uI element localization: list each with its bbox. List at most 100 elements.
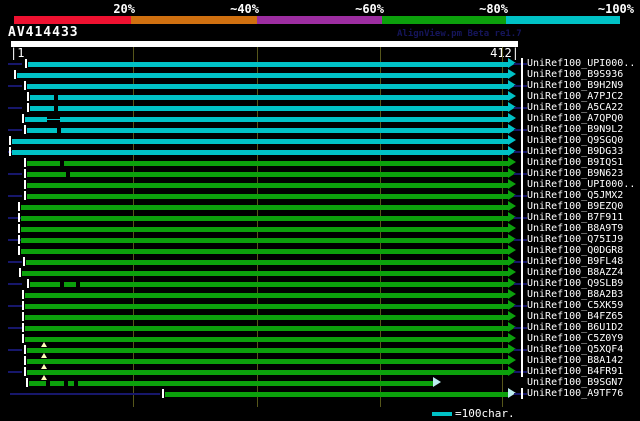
- subject-label[interactable]: UniRef100_B9H2N9: [527, 80, 623, 91]
- alignment-start-tick: [18, 235, 20, 244]
- alignment-end-tick: [521, 234, 523, 245]
- subject-label[interactable]: UniRef100_B9SGN7: [527, 377, 623, 388]
- alignment-arrowhead-icon: [508, 245, 516, 255]
- alignment-bar[interactable]: [25, 337, 508, 342]
- subject-label[interactable]: UniRef100_B9FL48: [527, 256, 623, 267]
- alignment-bar[interactable]: [25, 293, 508, 298]
- alignment-bar[interactable]: [25, 326, 508, 331]
- subject-label[interactable]: UniRef100_C5Z0Y9: [527, 333, 623, 344]
- alignment-start-tick: [27, 279, 29, 288]
- subject-label[interactable]: UniRef100_B9DG33: [527, 146, 623, 157]
- alignment-start-tick: [22, 114, 24, 123]
- alignment-end-tick: [521, 168, 523, 179]
- alignment-arrowhead-icon: [433, 377, 441, 387]
- alignment-arrowhead-icon: [508, 179, 516, 189]
- alignment-bar[interactable]: [28, 62, 508, 67]
- subject-label[interactable]: UniRef100_UPI000..: [527, 58, 635, 69]
- subject-label[interactable]: UniRef100_B4FR91: [527, 366, 623, 377]
- alignment-bar[interactable]: [27, 194, 508, 199]
- alignment-end-tick: [521, 311, 523, 322]
- alignment-end-tick: [521, 102, 523, 113]
- alignment-bar[interactable]: [30, 95, 508, 100]
- alignment-bar[interactable]: [27, 348, 508, 353]
- alignment-start-tick: [18, 224, 20, 233]
- alignment-bar[interactable]: [25, 304, 508, 309]
- subject-label[interactable]: UniRef100_C5XK59: [527, 300, 623, 311]
- alignment-bar[interactable]: [26, 260, 508, 265]
- subject-label[interactable]: UniRef100_B9N623: [527, 168, 623, 179]
- subject-label[interactable]: UniRef100_B9N9L2: [527, 124, 623, 135]
- subject-label[interactable]: UniRef100_B8AZZ4: [527, 267, 623, 278]
- alignment-bar[interactable]: [27, 128, 508, 133]
- alignment-bar[interactable]: [21, 205, 508, 210]
- alignment-bar[interactable]: [21, 238, 508, 243]
- alignment-bar[interactable]: [27, 183, 508, 188]
- alignment-bar[interactable]: [12, 150, 508, 155]
- alignment-bar[interactable]: [30, 282, 508, 287]
- row-left-connector: [8, 63, 22, 65]
- subject-label[interactable]: UniRef100_B8A9T9: [527, 223, 623, 234]
- subject-label[interactable]: UniRef100_B9S936: [527, 69, 623, 80]
- alignment-arrowhead-icon: [508, 223, 516, 233]
- alignment-arrowhead-icon: [508, 289, 516, 299]
- alignment-bar[interactable]: [27, 161, 508, 166]
- alignment-bar[interactable]: [21, 249, 508, 254]
- row-left-connector: [8, 85, 22, 87]
- subject-label[interactable]: UniRef100_A9TF76: [527, 388, 623, 399]
- subject-label[interactable]: UniRef100_A7PJC2: [527, 91, 623, 102]
- subject-overhang-line: [10, 393, 160, 395]
- alignment-bar[interactable]: [27, 172, 508, 177]
- subject-label[interactable]: UniRef100_UPI000..: [527, 179, 635, 190]
- alignment-bar[interactable]: [165, 392, 508, 397]
- alignment-bar[interactable]: [21, 227, 508, 232]
- subject-label[interactable]: UniRef100_Q5XQF4: [527, 344, 623, 355]
- alignment-arrowhead-icon: [508, 157, 516, 167]
- alignment-plot: UniRef100_UPI000.. UniRef100_B9S936 UniRef…: [0, 0, 640, 421]
- subject-label[interactable]: UniRef100_A5CA22: [527, 102, 623, 113]
- row-left-connector: [8, 261, 22, 263]
- subject-label[interactable]: UniRef100_B6U1D2: [527, 322, 623, 333]
- alignment-start-tick: [23, 257, 25, 266]
- alignment-start-tick: [24, 125, 26, 134]
- gap-mark: [54, 95, 58, 100]
- gap-mark: [54, 106, 58, 111]
- alignment-end-tick: [521, 278, 523, 289]
- row-left-connector: [8, 349, 22, 351]
- subject-label[interactable]: UniRef100_Q5JMX2: [527, 190, 623, 201]
- alignment-start-tick: [26, 378, 28, 387]
- alignment-bar[interactable]: [21, 216, 508, 221]
- alignment-arrowhead-icon: [508, 113, 516, 123]
- alignment-arrowhead-icon: [508, 69, 516, 79]
- subject-label[interactable]: UniRef100_B7F911: [527, 212, 623, 223]
- alignment-bar[interactable]: [17, 73, 508, 78]
- subject-label[interactable]: UniRef100_Q0DGR8: [527, 245, 623, 256]
- alignment-bar[interactable]: [25, 315, 508, 320]
- alignment-bar[interactable]: [30, 106, 508, 111]
- subject-label[interactable]: UniRef100_Q9SLB9: [527, 278, 623, 289]
- alignment-row: UniRef100_A9TF76: [0, 388, 640, 400]
- alignment-end-tick: [521, 69, 523, 80]
- alignment-arrowhead-icon: [508, 311, 516, 321]
- alignment-bar[interactable]: [22, 271, 508, 276]
- alignment-bar[interactable]: [29, 381, 433, 386]
- alignment-end-tick: [521, 135, 523, 146]
- gap-mark: [76, 282, 80, 287]
- alignment-start-tick: [19, 268, 21, 277]
- alignment-bar[interactable]: [27, 84, 508, 89]
- alignment-bar[interactable]: [27, 359, 508, 364]
- alignview-screen: 20% ~40% ~60% ~80% ~100% AV414433 AlignView.…: [0, 0, 640, 421]
- subject-label[interactable]: UniRef100_Q9SGQ0: [527, 135, 623, 146]
- subject-label[interactable]: UniRef100_B8A2B3: [527, 289, 623, 300]
- subject-label[interactable]: UniRef100_B9IQS1: [527, 157, 623, 168]
- alignment-bar[interactable]: [25, 117, 508, 122]
- subject-label[interactable]: UniRef100_Q75IJ9: [527, 234, 623, 245]
- alignment-start-tick: [24, 169, 26, 178]
- alignment-bar[interactable]: [27, 370, 508, 375]
- subject-label[interactable]: UniRef100_B8A142: [527, 355, 623, 366]
- alignment-start-tick: [24, 191, 26, 200]
- alignment-start-tick: [22, 323, 24, 332]
- subject-label[interactable]: UniRef100_A7QPQ0: [527, 113, 623, 124]
- alignment-bar[interactable]: [12, 139, 508, 144]
- subject-label[interactable]: UniRef100_B4FZ65: [527, 311, 623, 322]
- subject-label[interactable]: UniRef100_B9EZQ0: [527, 201, 623, 212]
